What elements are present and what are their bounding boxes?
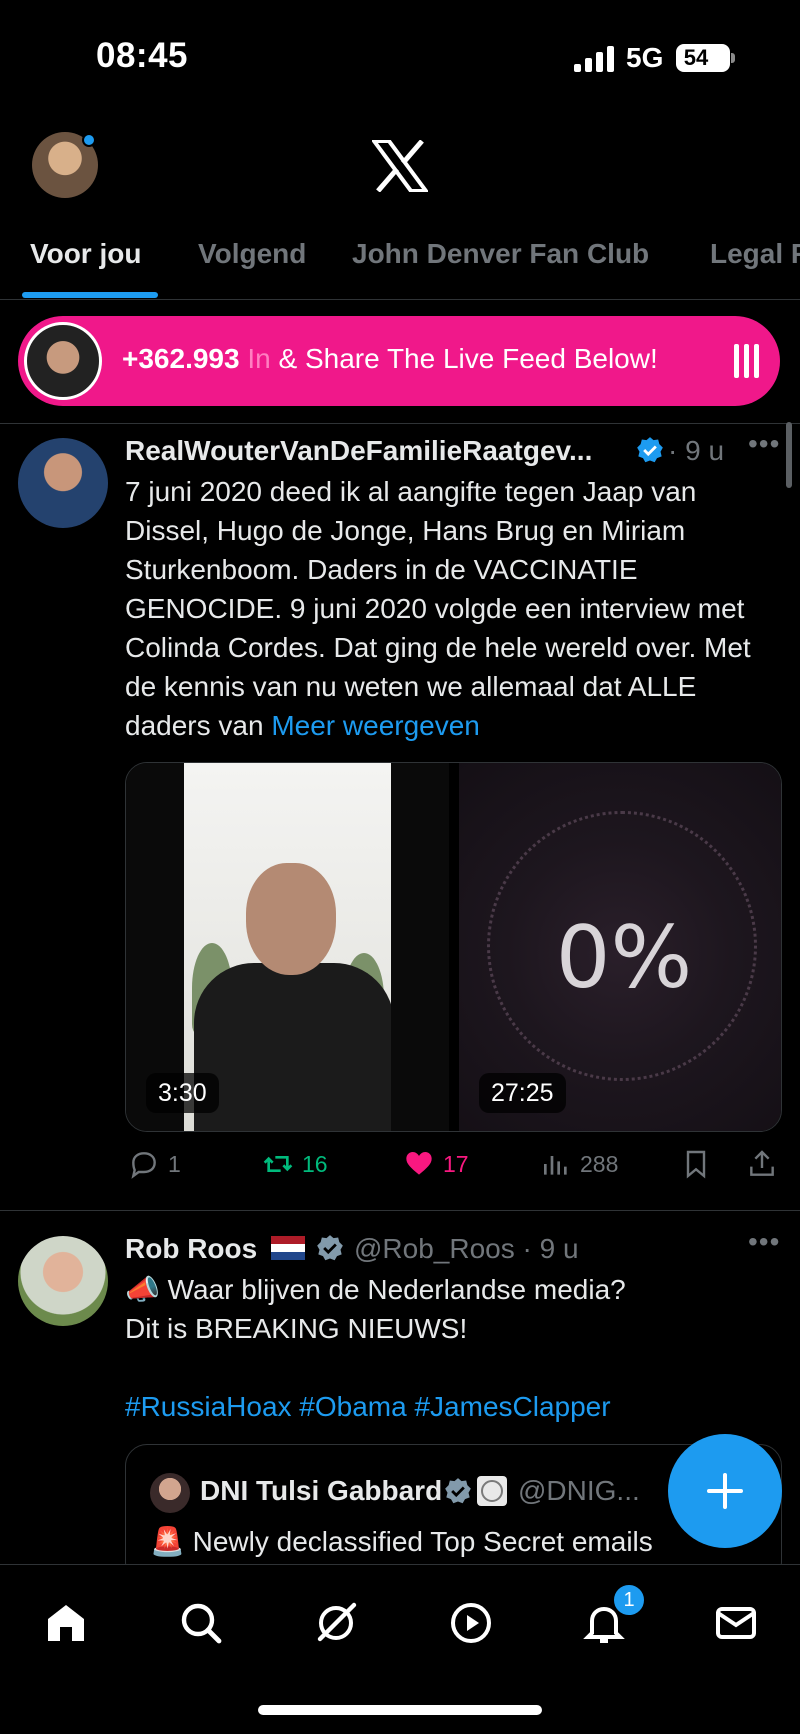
promo-text: +362.993 In & Share The Live Feed Below! (122, 343, 658, 375)
meta-separator: · (522, 1233, 532, 1264)
scrollbar[interactable] (786, 422, 792, 488)
media-gap (449, 763, 459, 1131)
battery-tip (731, 53, 735, 63)
tweet-text: 7 juni 2020 deed ik al aangifte tegen Ja… (125, 472, 765, 745)
quote-avatar (150, 1473, 190, 1513)
tweet-meta: @Rob_Roos · 9 u (354, 1233, 579, 1265)
compose-button[interactable] (668, 1434, 782, 1548)
person-head (246, 863, 336, 975)
home-icon (48, 1605, 84, 1641)
more-options-icon[interactable]: ••• (748, 428, 780, 460)
nl-flag-icon (271, 1236, 305, 1260)
quote-text: 🚨 Newly declassified Top Secret emails (150, 1526, 653, 1557)
notification-dot (82, 133, 96, 147)
video-overlay-text: 0% (555, 908, 693, 1008)
tab-john-denver-fan-club[interactable]: John Denver Fan Club (352, 238, 649, 270)
like-button[interactable]: 17 (403, 1148, 469, 1184)
tweet-media[interactable]: 3:30 0% 27:25 (125, 762, 782, 1132)
verified-badge-icon (317, 1235, 343, 1261)
battery-level: 54 (683, 45, 709, 70)
promo-avatar (24, 322, 102, 400)
video-thumbnail-2[interactable]: 0% 27:25 (459, 763, 781, 1131)
reply-icon (131, 1152, 156, 1179)
reply-count: 1 (168, 1150, 181, 1177)
tab-volgend[interactable]: Volgend (198, 238, 306, 270)
promo-count: +362.993 (122, 343, 240, 374)
tweet-text: 📣 Waar blijven de Nederlandse media? Dit… (125, 1270, 765, 1426)
active-tab-indicator (22, 292, 158, 298)
divider (0, 1210, 800, 1211)
tweet-body: 7 juni 2020 deed ik al aangifte tegen Ja… (125, 476, 751, 741)
video-icon (451, 1603, 491, 1643)
repost-count: 16 (302, 1150, 328, 1177)
tweet-line: Dit is BREAKING NIEUWS! (125, 1313, 468, 1344)
video-duration: 3:30 (146, 1073, 219, 1113)
nav-video[interactable] (443, 1595, 499, 1651)
video-duration: 27:25 (479, 1073, 566, 1113)
hashtags[interactable]: #RussiaHoax #Obama #JamesClapper (125, 1387, 765, 1426)
tweet-time: 9 u (539, 1233, 579, 1264)
reply-button[interactable]: 1 (128, 1148, 181, 1184)
person-body (194, 963, 391, 1131)
tab-legal[interactable]: Legal F (710, 238, 800, 270)
nav-grok[interactable] (308, 1595, 364, 1651)
notification-badge: 1 (612, 1583, 646, 1617)
network-label: 5G (626, 42, 664, 73)
more-options-icon[interactable]: ••• (748, 1226, 780, 1258)
bookmark-button[interactable] (680, 1148, 712, 1184)
messages-icon (716, 1607, 756, 1639)
views-icon (544, 1156, 567, 1175)
share-icon (750, 1150, 774, 1176)
nav-search[interactable] (173, 1595, 229, 1651)
tweet-handle[interactable]: @Rob_Roos (354, 1233, 515, 1264)
feed-tabs: Voor jou Volgend John Denver Fan Club Le… (0, 228, 800, 300)
quote-author-name: DNI Tulsi Gabbard (200, 1475, 443, 1506)
divider (0, 423, 800, 424)
tab-voor-jou[interactable]: Voor jou (30, 238, 141, 270)
verified-badge-icon (637, 437, 663, 463)
status-time: 08:45 (96, 36, 189, 75)
promo-faint-text: In (247, 343, 271, 374)
views-count: 288 (580, 1150, 619, 1177)
battery-icon: 54 (676, 44, 730, 72)
nav-messages[interactable] (708, 1595, 764, 1651)
live-promo-banner[interactable]: +362.993 In & Share The Live Feed Below! (18, 316, 780, 406)
heart-icon (406, 1152, 432, 1175)
x-logo-icon[interactable] (372, 140, 428, 192)
repost-icon (263, 1156, 293, 1172)
show-more-link[interactable]: Meer weergeven (271, 710, 480, 741)
video-thumbnail-1[interactable]: 3:30 (126, 763, 449, 1131)
tweet-line: 📣 Waar blijven de Nederlandse media? (125, 1274, 626, 1305)
bookmark-icon (686, 1150, 706, 1179)
audio-bars-icon (734, 344, 764, 378)
tweet-author-name[interactable]: Rob Roos (125, 1233, 305, 1265)
plus-icon (707, 1473, 743, 1509)
promo-message: & Share The Live Feed Below! (278, 343, 658, 374)
government-seal-icon (477, 1476, 507, 1506)
tweet-time: 9 u (685, 435, 725, 466)
tweet-avatar[interactable] (18, 1236, 108, 1326)
verified-badge-icon (445, 1478, 471, 1504)
grok-icon (317, 1602, 357, 1642)
quote-handle: @DNIG... (518, 1475, 640, 1506)
views-button[interactable]: 288 (540, 1148, 618, 1184)
tweet-author-name[interactable]: RealWouterVanDeFamilieRaatgev... (125, 435, 592, 467)
nav-home[interactable] (38, 1595, 94, 1651)
search-icon (181, 1603, 222, 1644)
repost-button[interactable]: 16 (262, 1148, 328, 1184)
status-bar: 08:45 5G 54 (0, 0, 800, 110)
author-name-text: Rob Roos (125, 1233, 258, 1264)
cell-signal-icon (574, 46, 614, 72)
meta-separator: · (668, 435, 678, 466)
tweet-avatar[interactable] (18, 438, 108, 528)
tweet-meta: · 9 u (668, 435, 724, 467)
like-count: 17 (443, 1150, 469, 1177)
share-button[interactable] (746, 1148, 778, 1184)
home-indicator (258, 1705, 542, 1715)
